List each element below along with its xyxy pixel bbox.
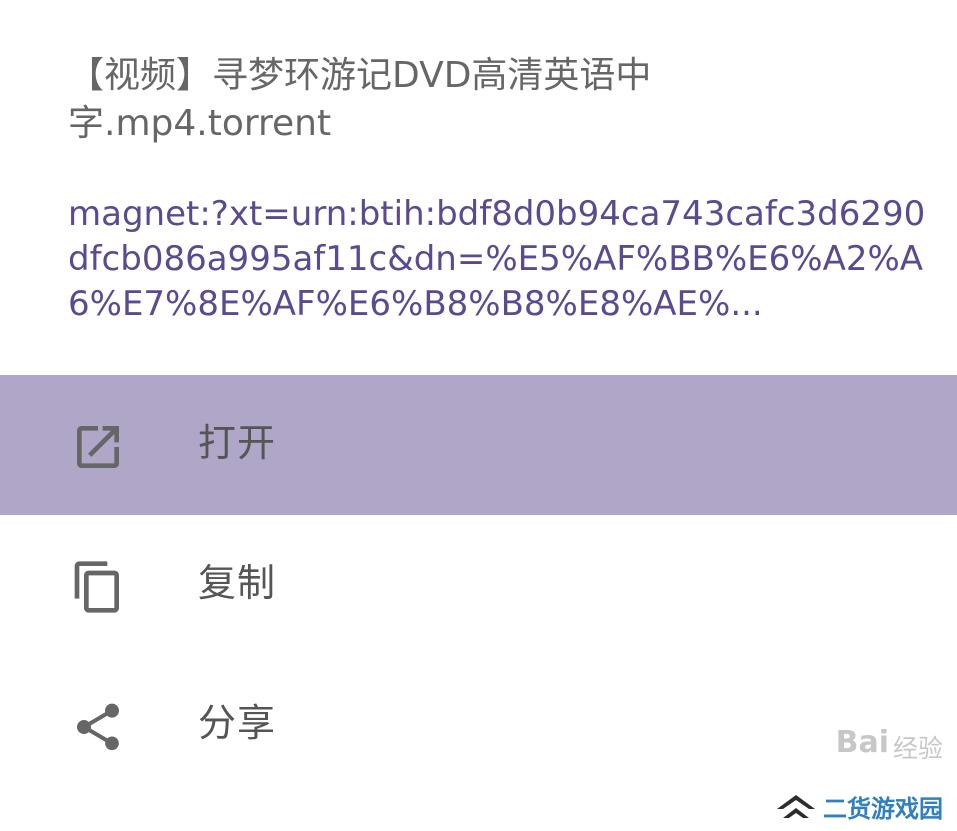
file-title: 【视频】寻梦环游记DVD高清英语中 字.mp4.torrent bbox=[68, 55, 652, 144]
chevron-up-logo-icon bbox=[777, 795, 815, 818]
menu-item-copy[interactable]: 复制 bbox=[0, 515, 957, 655]
copy-icon bbox=[70, 559, 126, 615]
watermark-baidu-text: Bai bbox=[835, 725, 889, 760]
open-in-new-icon bbox=[70, 419, 126, 475]
watermark-brand-text: 二货游戏园 bbox=[823, 794, 943, 823]
menu-item-open-label: 打开 bbox=[198, 421, 277, 465]
menu-item-share-label: 分享 bbox=[198, 701, 277, 745]
watermark-brand: 二货游戏园 bbox=[775, 787, 943, 825]
watermark-jingyan-text: 经验 bbox=[892, 734, 943, 763]
watermark: Bai 经验 二货游戏园 bbox=[713, 715, 943, 825]
share-icon bbox=[70, 699, 126, 755]
menu-item-open[interactable]: 打开 bbox=[0, 375, 957, 515]
menu-item-copy-label: 复制 bbox=[198, 561, 277, 605]
magnet-link[interactable]: magnet:?xt=urn:btih:bdf8d0b94ca743cafc3d… bbox=[68, 192, 928, 327]
share-sheet-header: 【视频】寻梦环游记DVD高清英语中 字.mp4.torrent magnet:?… bbox=[0, 0, 957, 375]
